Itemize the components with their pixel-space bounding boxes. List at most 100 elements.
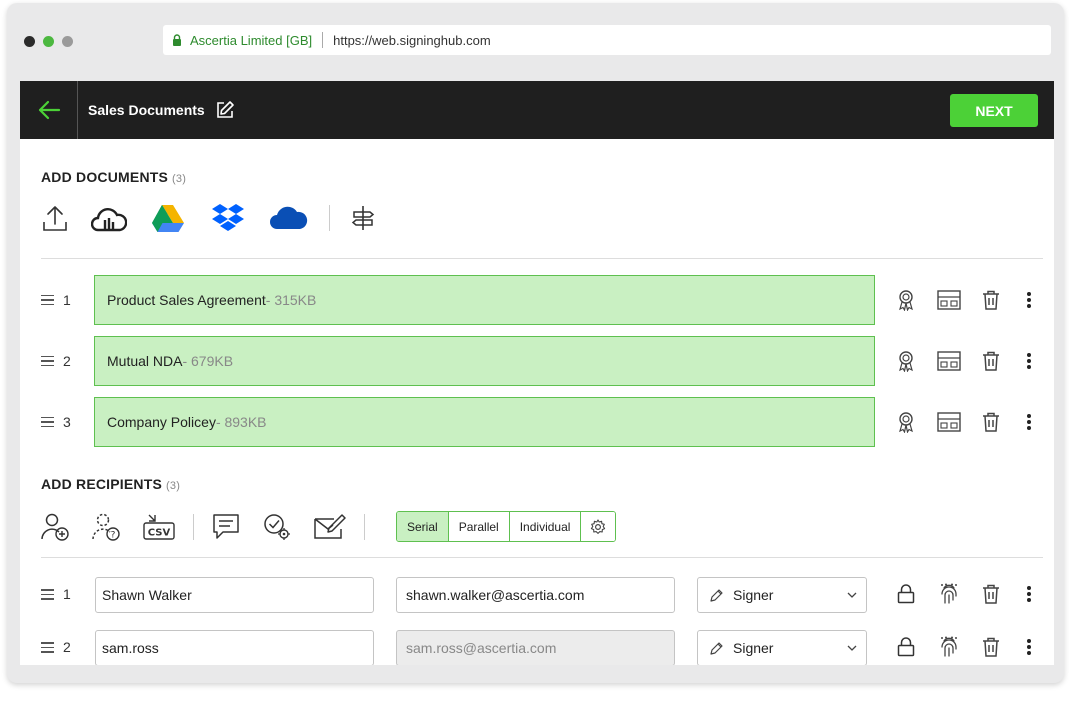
lock-access-icon[interactable] [896,637,916,657]
document-item[interactable]: Product Sales Agreement - 315KB [94,275,875,325]
more-options-icon[interactable] [1024,638,1034,656]
document-number: 3 [63,414,71,430]
add-documents-title: ADD DOCUMENTS [41,169,169,185]
document-number: 2 [63,353,71,369]
delete-icon[interactable] [980,290,1002,310]
document-size: - 679KB [182,353,234,369]
next-button[interactable]: NEXT [950,94,1038,127]
drag-handle-icon[interactable] [41,642,57,653]
drag-handle-icon[interactable] [41,589,57,600]
more-options-icon[interactable] [1024,413,1034,431]
recipient-row: 2 sam.ross sam.ross@ascertia.com Signer [41,630,1043,665]
certify-icon[interactable] [896,411,916,433]
add-documents-heading: ADD DOCUMENTS (3) [41,169,186,185]
sign-envelope-icon[interactable] [314,513,346,541]
recipient-role: Signer [733,640,774,656]
document-actions [896,411,1034,433]
delete-icon[interactable] [980,351,1002,371]
close-window-dot[interactable] [24,36,35,47]
comment-icon[interactable] [212,513,240,541]
template-icon[interactable] [936,351,962,371]
recipient-role-select[interactable]: Signer [697,630,867,665]
add-recipients-title: ADD RECIPIENTS [41,476,163,492]
document-row[interactable]: 3 Company Policey - 893KB [41,397,1043,447]
csv-import-icon[interactable]: CSV [143,513,175,541]
more-options-icon[interactable] [1024,585,1034,603]
more-options-icon[interactable] [1024,352,1034,370]
drag-handle-icon[interactable] [41,355,57,367]
google-drive-icon[interactable] [150,203,186,233]
document-item[interactable]: Company Policey - 893KB [94,397,875,447]
delete-icon[interactable] [980,637,1002,657]
signpost-icon[interactable] [350,204,376,232]
drag-handle-icon[interactable] [41,416,57,428]
window-controls [24,36,73,47]
svg-text:?: ? [111,530,116,540]
recipients-count: (3) [166,480,181,492]
recipient-name-field[interactable]: Shawn Walker [95,577,374,613]
chevron-down-icon [847,592,857,598]
workflow-settings-button[interactable] [581,512,616,541]
minimize-window-dot[interactable] [43,36,54,47]
address-bar[interactable]: Ascertia Limited [GB] https://web.signin… [163,25,1051,55]
recipient-row: 1 Shawn Walker shawn.walker@ascertia.com… [41,577,1043,613]
delete-icon[interactable] [980,412,1002,432]
toolbar-divider [193,513,194,540]
document-size: - 315KB [265,292,317,308]
dropbox-icon[interactable] [210,203,246,233]
signing-order-toggle: Serial Parallel Individual [396,511,617,542]
document-name: Product Sales Agreement [107,292,266,308]
mode-parallel-button[interactable]: Parallel [448,512,510,541]
maximize-window-dot[interactable] [62,36,73,47]
placeholder-user-icon[interactable]: ? [92,512,122,542]
document-actions [896,289,1034,311]
fingerprint-icon[interactable] [936,636,962,658]
cloud-drive-icon[interactable] [91,204,127,232]
template-icon[interactable] [936,290,962,310]
edit-title-icon[interactable] [215,100,235,120]
settings-check-icon[interactable] [262,512,292,542]
url-text[interactable]: https://web.signinghub.com [333,33,491,48]
gear-icon [591,518,606,534]
documents-count: (3) [172,173,187,185]
mode-serial-button[interactable]: Serial [397,512,449,541]
recipients-divider [41,557,1043,558]
recipient-toolbar: ? CSV Serial Parallel Individual [41,511,617,542]
upload-icon[interactable] [41,204,69,232]
back-button[interactable] [20,81,78,139]
document-number: 1 [63,292,71,308]
document-row[interactable]: 1 Product Sales Agreement - 315KB [41,275,1043,325]
document-name: Mutual NDA [107,353,183,369]
document-item[interactable]: Mutual NDA - 679KB [94,336,875,386]
recipient-email-field[interactable]: shawn.walker@ascertia.com [396,577,675,613]
template-icon[interactable] [936,412,962,432]
document-actions [896,350,1034,372]
lock-icon [173,34,181,46]
recipient-number: 1 [63,586,71,602]
more-options-icon[interactable] [1024,291,1034,309]
certify-icon[interactable] [896,289,916,311]
chevron-down-icon [847,645,857,651]
back-arrow-icon [38,100,60,120]
recipient-role-select[interactable]: Signer [697,577,867,613]
documents-divider [41,258,1043,259]
document-source-toolbar [41,203,376,233]
toolbar-divider [364,513,365,540]
delete-icon[interactable] [980,584,1002,604]
fingerprint-icon[interactable] [936,583,962,605]
app-window: Sales Documents NEXT ADD DOCUMENTS (3) 1… [20,81,1054,665]
url-divider [322,32,324,48]
recipient-email-field: sam.ross@ascertia.com [396,630,675,665]
recipient-actions [896,583,1034,605]
mode-individual-button[interactable]: Individual [509,512,582,541]
onedrive-icon[interactable] [267,205,309,231]
pen-icon [710,642,723,655]
lock-access-icon[interactable] [896,584,916,604]
certify-icon[interactable] [896,350,916,372]
recipient-name-field[interactable]: sam.ross [95,630,374,665]
document-row[interactable]: 2 Mutual NDA - 679KB [41,336,1043,386]
add-user-icon[interactable] [41,512,71,542]
drag-handle-icon[interactable] [41,294,57,306]
recipient-role: Signer [733,587,774,603]
toolbar-divider [329,205,330,231]
